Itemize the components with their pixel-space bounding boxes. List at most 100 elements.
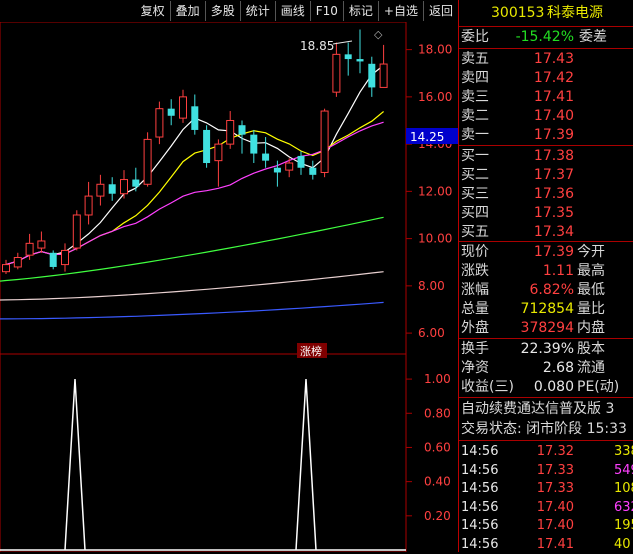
- buy-level-2[interactable]: 买三 17.36: [459, 185, 633, 204]
- fundamental-stat-label: 净资: [461, 360, 489, 376]
- candle-body-up[interactable]: [72, 214, 81, 249]
- toolbar-button-6[interactable]: 标记: [342, 1, 378, 21]
- sell-level-4[interactable]: 卖一 17.39: [459, 126, 633, 145]
- tick-time: 14:56: [461, 536, 499, 552]
- candle-body-up[interactable]: [155, 108, 164, 138]
- candle-body-down[interactable]: [262, 153, 270, 161]
- indicator-axis-label: 1.00: [424, 372, 451, 386]
- stock-title: 300153 科泰电源: [459, 2, 633, 24]
- quote-panel: 300153 科泰电源 委比 -15.42% 委差 卖五 17.43 卖四 17.42…: [458, 0, 633, 552]
- toolbar-button-5[interactable]: F10: [309, 1, 343, 21]
- price-pane-frame: [0, 22, 407, 355]
- sell-level-3[interactable]: 卖二 17.40: [459, 107, 633, 126]
- candle-body-up[interactable]: [61, 249, 69, 266]
- quote-stat-label2: 最低: [577, 282, 605, 298]
- tick-price: 17.33: [536, 481, 574, 496]
- candle-body-up[interactable]: [143, 138, 152, 185]
- sell-level-1[interactable]: 卖四 17.42: [459, 69, 633, 88]
- tick-time: 14:56: [461, 444, 499, 459]
- candle-body-up[interactable]: [285, 162, 294, 171]
- candle-body-down[interactable]: [344, 54, 352, 60]
- webi-value: -15.42%: [515, 29, 574, 45]
- candle-body-down[interactable]: [108, 184, 116, 194]
- buy-level-price: 17.35: [533, 205, 574, 221]
- indicator-axis-label: 0.60: [424, 440, 451, 454]
- candle-body-down[interactable]: [368, 63, 376, 88]
- sell-level-label: 卖一: [461, 127, 489, 143]
- candle-body-up[interactable]: [379, 63, 388, 88]
- candle-body-up[interactable]: [179, 96, 187, 119]
- indicator-tag[interactable]: 涨榜: [300, 344, 322, 358]
- candle-body-down[interactable]: [273, 167, 281, 173]
- sell-level-0[interactable]: 卖五 17.43: [459, 50, 633, 69]
- candle-body-down[interactable]: [49, 252, 57, 267]
- candle-body-up[interactable]: [120, 179, 128, 195]
- toolbar-button-1[interactable]: 叠加: [169, 1, 205, 21]
- buy-level-1[interactable]: 买二 17.37: [459, 166, 633, 185]
- buy-level-label: 买二: [461, 167, 489, 183]
- tick-row-1[interactable]: 14:56 17.33 549: [459, 461, 633, 480]
- fundamental-stat-0[interactable]: 换手 22.39% 股本: [459, 340, 633, 359]
- fundamental-stat-2[interactable]: 收益(三) 0.080 PE(动): [459, 378, 633, 397]
- buy-level-0[interactable]: 买一 17.38: [459, 147, 633, 166]
- tick-row-4[interactable]: 14:56 17.40 195: [459, 516, 633, 535]
- quote-stat-2[interactable]: 涨幅 6.82% 最低: [459, 281, 633, 300]
- tick-volume: 632: [614, 499, 633, 515]
- candle-body-up[interactable]: [320, 110, 329, 173]
- tick-row-2[interactable]: 14:56 17.33 108: [459, 479, 633, 498]
- candle-body-up[interactable]: [2, 264, 10, 273]
- candle-body-up[interactable]: [96, 183, 105, 197]
- candle-body-down[interactable]: [309, 167, 317, 175]
- concept-row[interactable]: 自动续费通达信普及版 3: [459, 400, 633, 419]
- fundamental-stat-label: 换手: [461, 341, 489, 357]
- quote-stat-value: 712854: [520, 301, 574, 317]
- quote-stat-4[interactable]: 外盘 378294 内盘: [459, 319, 633, 338]
- candle-body-up[interactable]: [25, 242, 34, 256]
- fundamental-stat-label2: PE(动): [577, 379, 620, 395]
- buy-level-3[interactable]: 买四 17.35: [459, 204, 633, 223]
- quote-stat-1[interactable]: 涨跌 1.11 最高: [459, 262, 633, 281]
- toolbar-button-0[interactable]: 复权: [136, 1, 170, 21]
- toolbar-button-3[interactable]: 统计: [239, 1, 275, 21]
- buy-level-label: 买三: [461, 186, 489, 202]
- quote-stat-value: 6.82%: [529, 282, 574, 298]
- candle-body-down[interactable]: [250, 134, 258, 154]
- tick-row-0[interactable]: 14:56 17.32 338: [459, 442, 633, 461]
- candle-body-up[interactable]: [214, 143, 223, 162]
- toolbar-button-8[interactable]: 返回: [422, 1, 458, 21]
- tick-row-3[interactable]: 14:56 17.40 632: [459, 498, 633, 517]
- tick-row-5[interactable]: 14:56 17.41 40: [459, 535, 633, 554]
- candle-body-down[interactable]: [356, 59, 364, 62]
- diamond-marker-icon[interactable]: ◇: [374, 28, 383, 41]
- candle-body-down[interactable]: [297, 155, 305, 168]
- sell-level-price: 17.42: [533, 70, 574, 86]
- sell-level-2[interactable]: 卖三 17.41: [459, 88, 633, 107]
- toolbar-button-4[interactable]: 画线: [274, 1, 310, 21]
- buy-level-price: 17.34: [533, 224, 574, 240]
- buy-level-label: 买一: [461, 148, 489, 164]
- candle-body-down[interactable]: [132, 179, 140, 187]
- candle-body-up[interactable]: [13, 257, 22, 268]
- tick-price: 17.40: [536, 499, 574, 515]
- candle-body-up[interactable]: [226, 119, 235, 145]
- candle-body-up[interactable]: [84, 195, 93, 216]
- candle-body-up[interactable]: [37, 240, 46, 249]
- toolbar-button-7[interactable]: +自选: [377, 1, 423, 21]
- quote-stat-0[interactable]: 现价 17.39 今开: [459, 243, 633, 262]
- candle-body-down[interactable]: [203, 129, 211, 164]
- candle-body-down[interactable]: [167, 108, 175, 116]
- quote-stat-3[interactable]: 总量 712854 量比: [459, 300, 633, 319]
- candle-body-down[interactable]: [238, 125, 246, 135]
- fundamental-stat-1[interactable]: 净资 2.68 流通: [459, 359, 633, 378]
- sell-level-label: 卖四: [461, 70, 489, 86]
- buy-level-4[interactable]: 买五 17.34: [459, 223, 633, 242]
- indicator-pane-frame: [0, 353, 407, 552]
- candle-body-up[interactable]: [332, 53, 341, 93]
- fundamental-stat-label2: 流通: [577, 360, 605, 376]
- toolbar-button-2[interactable]: 多股: [204, 1, 240, 21]
- tick-volume: 108: [614, 481, 633, 496]
- sell-level-price: 17.39: [533, 127, 574, 143]
- candle-body-down[interactable]: [191, 106, 199, 130]
- kline-chart[interactable]: 18.0016.0014.0012.0010.008.006.001.000.8…: [0, 22, 458, 552]
- fundamental-stat-value: 22.39%: [520, 341, 574, 357]
